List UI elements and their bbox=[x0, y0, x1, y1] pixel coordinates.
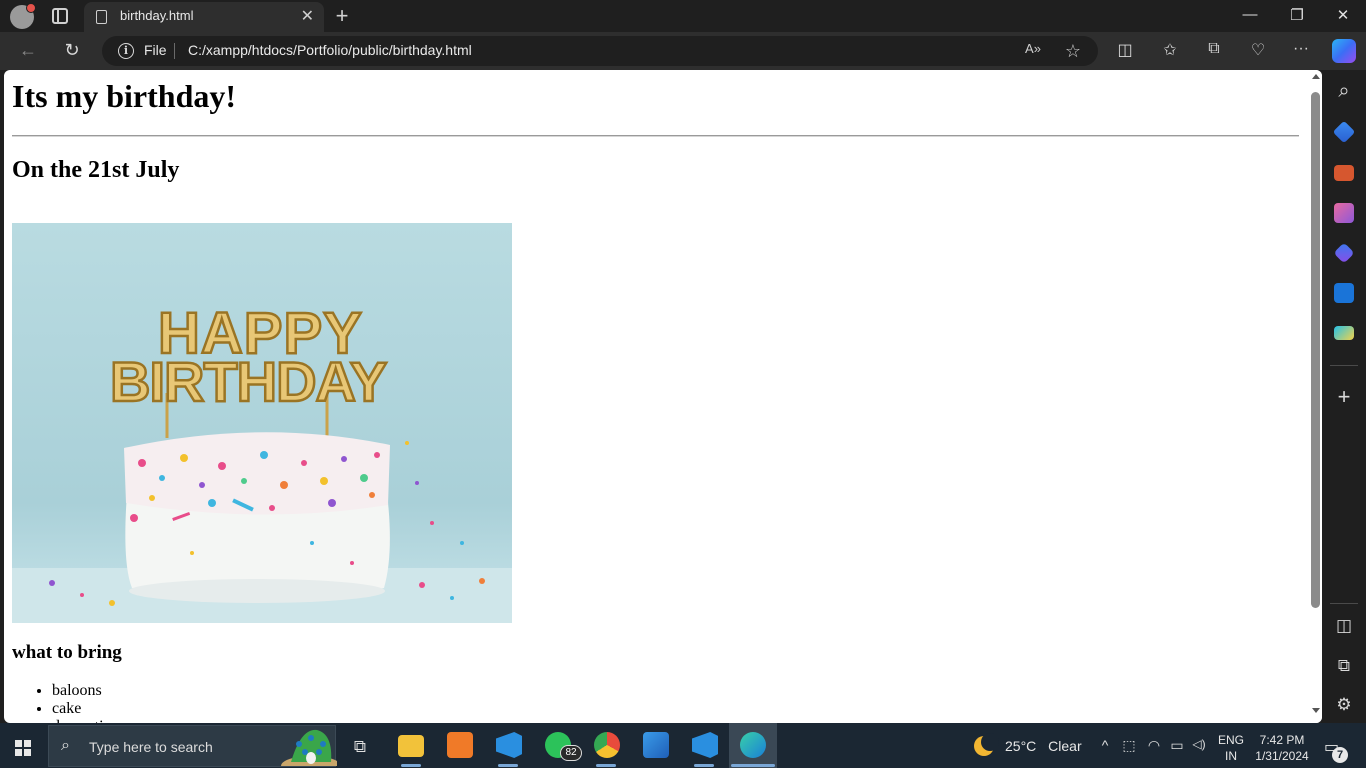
vscode-icon[interactable] bbox=[692, 732, 718, 758]
edge-icon[interactable] bbox=[740, 732, 766, 758]
wifi-icon[interactable]: ◠ bbox=[1145, 737, 1163, 754]
copilot-icon[interactable] bbox=[1332, 39, 1356, 63]
cake-illustration: HAPPY BIRTHDAY bbox=[12, 300, 512, 623]
file-explorer-icon[interactable] bbox=[398, 735, 424, 757]
weather-temperature: 25°C bbox=[1005, 738, 1037, 754]
drop-icon[interactable] bbox=[1334, 326, 1354, 340]
more-menu-icon[interactable]: ··· bbox=[1289, 40, 1313, 58]
page-viewport: Its my birthday! On the 21st July HAPPY … bbox=[4, 70, 1322, 723]
scroll-down-arrow-icon[interactable] bbox=[1312, 708, 1320, 713]
running-indicator bbox=[694, 764, 714, 767]
volume-icon[interactable]: ◁) bbox=[1190, 737, 1208, 751]
tools-icon[interactable] bbox=[1334, 165, 1354, 181]
performance-icon[interactable]: ♡ bbox=[1246, 40, 1270, 60]
browser-toolbar: ← ↻ i File C:/xampp/htdocs/Portfolio/pub… bbox=[0, 32, 1366, 70]
outlook-icon[interactable] bbox=[1334, 283, 1354, 303]
bring-list: baloons cake decorations bbox=[52, 682, 126, 723]
running-indicator bbox=[596, 764, 616, 767]
running-indicator bbox=[498, 764, 518, 767]
notification-count: 7 bbox=[1332, 747, 1348, 763]
search-icon[interactable]: ⌕ bbox=[1332, 80, 1356, 103]
close-window-button[interactable]: ✕ bbox=[1331, 6, 1355, 24]
address-bar[interactable]: i File C:/xampp/htdocs/Portfolio/public/… bbox=[102, 36, 1098, 66]
windows-start-icon[interactable] bbox=[15, 740, 31, 756]
taskbar-search-box[interactable]: ⌕ Type here to search bbox=[48, 725, 337, 767]
xampp-icon[interactable] bbox=[447, 732, 473, 758]
whatsapp-badge: 82 bbox=[560, 745, 582, 761]
microsoft-365-icon[interactable] bbox=[1333, 242, 1355, 264]
edge-sidebar: ⌕ + ◫ ⧉ ⚙ bbox=[1322, 70, 1366, 723]
list-heading: what to bring bbox=[12, 642, 122, 663]
page-icon bbox=[96, 10, 107, 24]
refresh-button[interactable]: ↻ bbox=[60, 40, 84, 61]
clock-time: 7:42 PM bbox=[1259, 733, 1305, 747]
running-indicator bbox=[401, 764, 421, 767]
url-text[interactable]: C:/xampp/htdocs/Portfolio/public/birthda… bbox=[188, 42, 472, 58]
restore-button[interactable]: ❐ bbox=[1285, 6, 1309, 24]
svg-text:BIRTHDAY: BIRTHDAY bbox=[110, 350, 387, 413]
favorite-star-icon[interactable]: ☆ bbox=[1062, 41, 1084, 62]
search-placeholder: Type here to search bbox=[89, 739, 213, 755]
sidebar-divider bbox=[1330, 365, 1358, 366]
games-icon[interactable] bbox=[1334, 203, 1354, 223]
meet-icon[interactable]: ⬚ bbox=[1120, 737, 1138, 754]
new-tab-button[interactable]: + bbox=[330, 3, 354, 29]
task-view-icon[interactable]: ⧉ bbox=[351, 737, 369, 757]
chevron-up-icon[interactable]: ^ bbox=[1096, 737, 1114, 753]
clock-date: 1/31/2024 bbox=[1255, 749, 1309, 763]
chrome-icon[interactable] bbox=[594, 732, 620, 758]
search-highlight-icon bbox=[281, 729, 337, 766]
shopping-tag-icon[interactable] bbox=[1332, 120, 1356, 144]
clock[interactable]: 7:42 PM 1/31/2024 bbox=[1254, 732, 1310, 764]
language-code: ENG bbox=[1218, 733, 1245, 747]
moon-icon[interactable] bbox=[974, 733, 999, 756]
list-item: cake bbox=[52, 700, 126, 718]
search-icon: ⌕ bbox=[61, 737, 70, 754]
tab-title: birthday.html bbox=[120, 8, 194, 23]
read-aloud-icon[interactable]: A» bbox=[1022, 41, 1044, 56]
region-code: IN bbox=[1225, 749, 1237, 763]
page-heading: Its my birthday! bbox=[12, 78, 237, 114]
title-bar: birthday.html ✕ + — ❐ ✕ bbox=[0, 0, 1366, 32]
sidebar-toggle-icon[interactable]: ◫ bbox=[1332, 616, 1356, 636]
scroll-up-arrow-icon[interactable] bbox=[1312, 74, 1320, 79]
battery-icon[interactable]: ▭ bbox=[1168, 737, 1186, 754]
minimize-button[interactable]: — bbox=[1238, 6, 1262, 23]
back-button[interactable]: ← bbox=[16, 40, 40, 61]
favorites-icon[interactable]: ✩ bbox=[1158, 40, 1182, 60]
site-info-icon[interactable]: i bbox=[118, 43, 134, 59]
settings-icon[interactable]: ⚙ bbox=[1332, 695, 1356, 715]
taskbar: ⌕ Type here to search ⧉ 82 25°C Clear ^ … bbox=[0, 723, 1366, 768]
scrollbar-thumb[interactable] bbox=[1311, 92, 1320, 608]
date-subheading: On the 21st July bbox=[12, 157, 180, 183]
tab-close-icon[interactable]: ✕ bbox=[301, 6, 314, 26]
address-divider bbox=[174, 43, 175, 59]
birthday-cake-image: HAPPY BIRTHDAY bbox=[12, 223, 512, 623]
profile-avatar[interactable] bbox=[10, 3, 36, 29]
list-item: baloons bbox=[52, 682, 126, 700]
collections-icon[interactable]: ⧉ bbox=[1202, 40, 1226, 58]
external-link-icon[interactable]: ⧉ bbox=[1332, 656, 1356, 676]
weather-condition: Clear bbox=[1048, 738, 1082, 754]
vertical-scrollbar[interactable] bbox=[1310, 70, 1322, 723]
running-indicator bbox=[731, 764, 775, 767]
weather-widget[interactable]: 25°C Clear bbox=[1005, 738, 1082, 754]
file-label: File bbox=[144, 42, 167, 58]
vscode-icon[interactable] bbox=[496, 732, 522, 758]
language-indicator[interactable]: ENG IN bbox=[1218, 732, 1244, 764]
photos-icon[interactable] bbox=[643, 732, 669, 758]
sidebar-divider bbox=[1330, 603, 1358, 604]
tab-birthday[interactable]: birthday.html ✕ bbox=[84, 2, 324, 32]
add-icon[interactable]: + bbox=[1332, 384, 1356, 410]
horizontal-rule bbox=[12, 135, 1299, 137]
tab-actions-icon[interactable] bbox=[52, 8, 68, 24]
split-screen-icon[interactable]: ◫ bbox=[1113, 40, 1137, 60]
